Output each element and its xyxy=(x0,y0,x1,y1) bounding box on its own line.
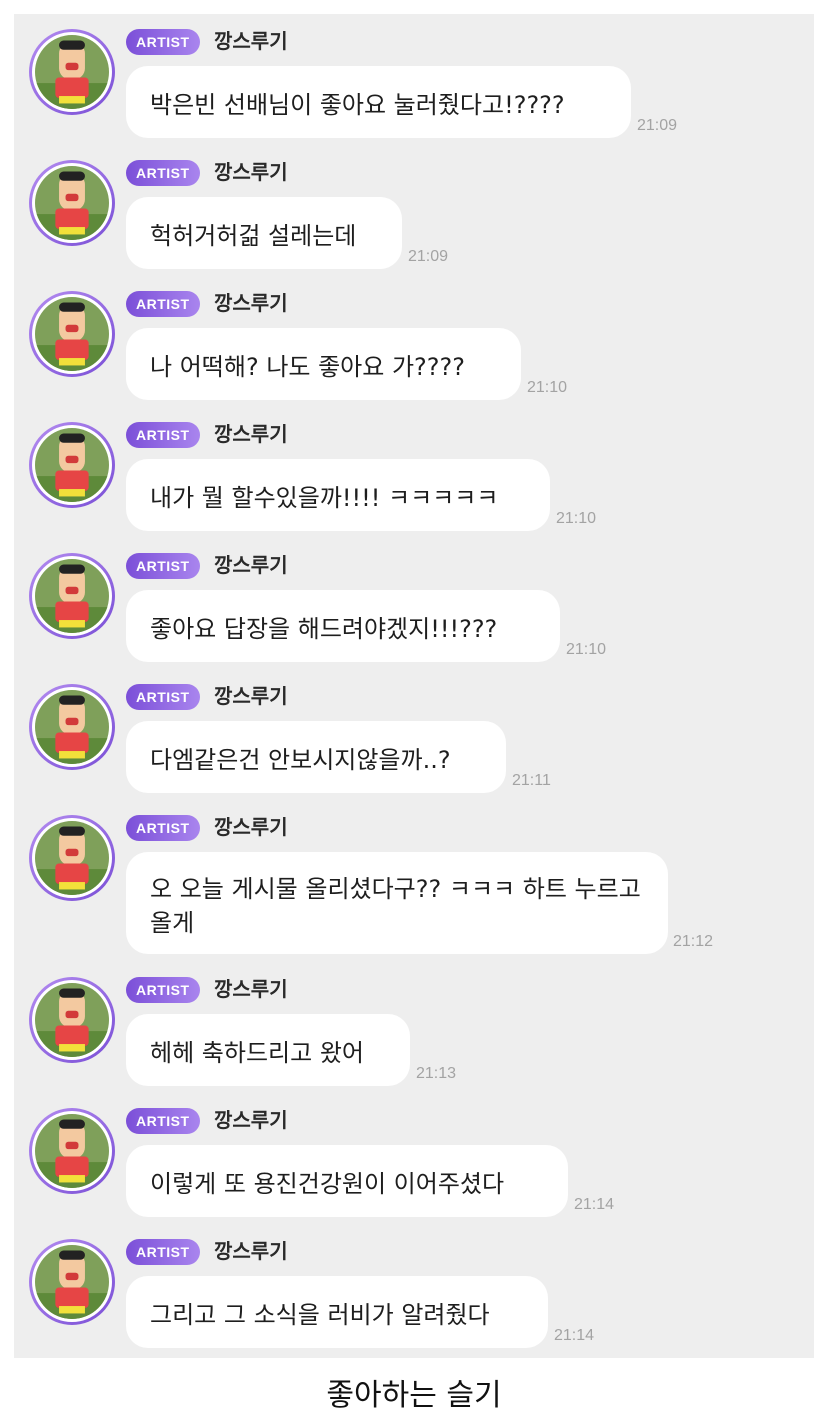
cartoon-character-avatar-icon xyxy=(35,690,109,764)
avatar[interactable] xyxy=(29,29,115,115)
message-bubble[interactable]: 좋아요 답장을 해드려야겠지!!!??? xyxy=(126,590,560,662)
message-text: 오 오늘 게시물 올리셨다구?? ㅋㅋㅋ 하트 누르고 올게 xyxy=(150,875,641,937)
message-time: 21:11 xyxy=(512,772,551,789)
message-time: 21:14 xyxy=(554,1327,595,1344)
message-bubble[interactable]: 다엠같은건 안보시지않을까..? xyxy=(126,721,506,793)
message-text: 헤헤 축하드리고 왔어 xyxy=(150,1038,364,1067)
chat-message: ARTIST 깡스루기 다엠같은건 안보시지않을까..? 21:11 xyxy=(22,669,812,800)
message-time: 21:10 xyxy=(556,510,597,527)
avatar[interactable] xyxy=(29,291,115,377)
image-caption: 좋아하는 슬기 xyxy=(326,1378,502,1413)
chat-message: ARTIST 깡스루기 헤헤 축하드리고 왔어 21:13 xyxy=(22,962,812,1093)
avatar[interactable] xyxy=(29,553,115,639)
artist-badge: ARTIST xyxy=(126,553,200,579)
artist-badge: ARTIST xyxy=(126,291,200,317)
message-bubble[interactable]: 오 오늘 게시물 올리셨다구?? ㅋㅋㅋ 하트 누르고 올게 xyxy=(126,852,668,954)
message-text: 나 어떡해? 나도 좋아요 가???? xyxy=(150,352,466,381)
message-text: 박은빈 선배님이 좋아요 눌러줬다고!???? xyxy=(150,90,565,119)
message-bubble[interactable]: 헤헤 축하드리고 왔어 xyxy=(126,1014,410,1086)
message-bubble[interactable]: 박은빈 선배님이 좋아요 눌러줬다고!???? xyxy=(126,66,631,138)
message-text: 그리고 그 소식을 러비가 알려줬다 xyxy=(150,1300,490,1329)
cartoon-character-avatar-icon xyxy=(35,428,109,502)
author-name: 깡스루기 xyxy=(214,684,288,708)
author-name: 깡스루기 xyxy=(214,291,288,315)
artist-badge: ARTIST xyxy=(126,977,200,1003)
message-text: 이렇게 또 용진건강원이 이어주셨다 xyxy=(150,1169,505,1198)
chat-message: ARTIST 깡스루기 그리고 그 소식을 러비가 알려줬다 21:14 xyxy=(22,1224,812,1355)
author-name: 깡스루기 xyxy=(214,29,288,53)
message-text: 헉허거허걺 설레는데 xyxy=(150,221,357,250)
message-time: 21:10 xyxy=(566,641,607,658)
avatar[interactable] xyxy=(29,1108,115,1194)
message-time: 21:09 xyxy=(408,248,449,265)
author-name: 깡스루기 xyxy=(214,1239,288,1263)
message-time: 21:14 xyxy=(574,1196,615,1213)
message-time: 21:10 xyxy=(527,379,568,396)
cartoon-character-avatar-icon xyxy=(35,35,109,109)
message-bubble[interactable]: 그리고 그 소식을 러비가 알려줬다 xyxy=(126,1276,548,1348)
author-name: 깡스루기 xyxy=(214,422,288,446)
chat-message: ARTIST 깡스루기 이렇게 또 용진건강원이 이어주셨다 21:14 xyxy=(22,1093,812,1224)
artist-badge: ARTIST xyxy=(126,1239,200,1265)
avatar[interactable] xyxy=(29,160,115,246)
avatar[interactable] xyxy=(29,684,115,770)
cartoon-character-avatar-icon xyxy=(35,1245,109,1319)
author-name: 깡스루기 xyxy=(214,977,288,1001)
cartoon-character-avatar-icon xyxy=(35,1114,109,1188)
chat-message: ARTIST 깡스루기 좋아요 답장을 해드려야겠지!!!??? 21:10 xyxy=(22,538,812,669)
cartoon-character-avatar-icon xyxy=(35,983,109,1057)
avatar[interactable] xyxy=(29,815,115,901)
message-bubble[interactable]: 이렇게 또 용진건강원이 이어주셨다 xyxy=(126,1145,568,1217)
chat-message: ARTIST 깡스루기 나 어떡해? 나도 좋아요 가???? 21:10 xyxy=(22,276,812,407)
author-name: 깡스루기 xyxy=(214,160,288,184)
chat-message: ARTIST 깡스루기 오 오늘 게시물 올리셨다구?? ㅋㅋㅋ 하트 누르고 … xyxy=(22,800,812,962)
message-text: 좋아요 답장을 해드려야겠지!!!??? xyxy=(150,614,498,643)
author-name: 깡스루기 xyxy=(214,815,288,839)
chat-message: ARTIST 깡스루기 헉허거허걺 설레는데 21:09 xyxy=(22,145,812,276)
message-time: 21:13 xyxy=(416,1065,457,1082)
cartoon-character-avatar-icon xyxy=(35,821,109,895)
artist-badge: ARTIST xyxy=(126,815,200,841)
cartoon-character-avatar-icon xyxy=(35,559,109,633)
message-text: 다엠같은건 안보시지않을까..? xyxy=(150,745,451,774)
artist-badge: ARTIST xyxy=(126,422,200,448)
artist-badge: ARTIST xyxy=(126,684,200,710)
chat-panel: ARTIST 깡스루기 박은빈 선배님이 좋아요 눌러줬다고!???? 21:0… xyxy=(14,14,814,1358)
cartoon-character-avatar-icon xyxy=(35,297,109,371)
chat-message: ARTIST 깡스루기 내가 뭘 할수있을까!!!! ㅋㅋㅋㅋㅋ 21:10 xyxy=(22,407,812,538)
message-bubble[interactable]: 내가 뭘 할수있을까!!!! ㅋㅋㅋㅋㅋ xyxy=(126,459,550,531)
artist-badge: ARTIST xyxy=(126,1108,200,1134)
artist-badge: ARTIST xyxy=(126,160,200,186)
message-time: 21:12 xyxy=(673,933,714,950)
chat-message: ARTIST 깡스루기 박은빈 선배님이 좋아요 눌러줬다고!???? 21:0… xyxy=(22,14,812,145)
avatar[interactable] xyxy=(29,1239,115,1325)
message-time: 21:09 xyxy=(637,117,678,134)
artist-badge: ARTIST xyxy=(126,29,200,55)
message-text: 내가 뭘 할수있을까!!!! ㅋㅋㅋㅋㅋ xyxy=(150,483,499,512)
message-bubble[interactable]: 나 어떡해? 나도 좋아요 가???? xyxy=(126,328,521,400)
author-name: 깡스루기 xyxy=(214,553,288,577)
message-bubble[interactable]: 헉허거허걺 설레는데 xyxy=(126,197,402,269)
avatar[interactable] xyxy=(29,422,115,508)
author-name: 깡스루기 xyxy=(214,1108,288,1132)
avatar[interactable] xyxy=(29,977,115,1063)
cartoon-character-avatar-icon xyxy=(35,166,109,240)
